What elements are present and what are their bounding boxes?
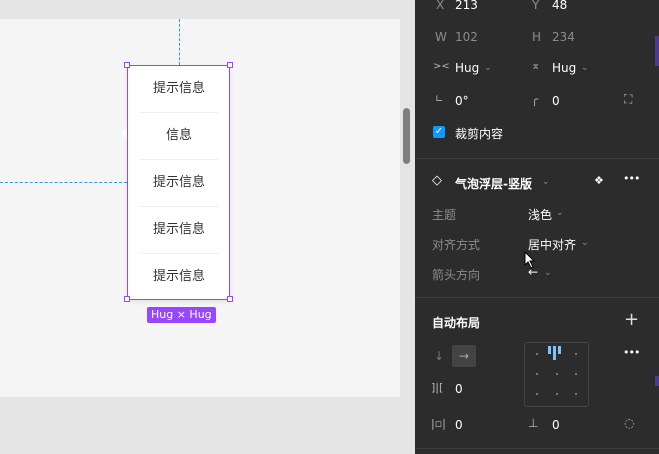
- w-label: W: [435, 30, 447, 44]
- go-to-main-component-icon[interactable]: ❖: [594, 174, 604, 187]
- divider: [415, 297, 659, 298]
- chevron-down-icon: ⌄: [544, 268, 552, 278]
- w-input[interactable]: 102: [455, 30, 478, 44]
- edge-indicator: [655, 36, 659, 66]
- spacing-guide-horizontal: [0, 182, 127, 183]
- independent-padding-icon[interactable]: ◌: [624, 416, 634, 430]
- canvas[interactable]: 提示信息 信息 提示信息 提示信息 提示信息 Hug × Hug: [0, 0, 415, 454]
- auto-layout-title: 自动布局: [432, 316, 481, 330]
- chevron-down-icon: ⌄: [484, 63, 492, 73]
- clip-content-label: 裁剪内容: [455, 127, 504, 141]
- vertical-padding-input[interactable]: 0: [552, 418, 560, 432]
- chevron-down-icon: ⌄: [542, 177, 550, 187]
- alignment-grid[interactable]: [524, 342, 589, 407]
- chevron-down-icon: ⌄: [581, 238, 589, 248]
- h-input[interactable]: 234: [552, 30, 575, 44]
- vertical-padding-icon: ⊥: [528, 416, 539, 430]
- rotation-input[interactable]: 0°: [455, 94, 469, 108]
- horizontal-padding-icon: |▫|: [431, 417, 446, 430]
- component-instance-icon: ◇: [432, 173, 442, 188]
- horizontal-padding-input[interactable]: 0: [455, 418, 463, 432]
- chevron-down-icon: ⌄: [581, 63, 589, 73]
- spacing-guide-vertical: [179, 19, 180, 65]
- canvas-scrollbar[interactable]: [403, 108, 410, 164]
- divider: [415, 448, 659, 449]
- expand-corners-icon[interactable]: ⛶: [624, 92, 632, 107]
- horizontal-resize-icon: ><: [433, 61, 450, 72]
- resize-handle-bottom-left[interactable]: [124, 296, 130, 302]
- x-label: X: [436, 0, 445, 12]
- x-input[interactable]: 213: [455, 0, 478, 12]
- edge-indicator: [655, 376, 659, 386]
- prop-label-alignment: 对齐方式: [432, 238, 481, 252]
- resize-handle-top-left[interactable]: [124, 62, 130, 68]
- selection-outline: [127, 65, 230, 300]
- vertical-sizing-select[interactable]: Hug: [552, 61, 576, 75]
- corner-radius-input[interactable]: 0: [552, 94, 560, 108]
- prop-label-arrow-direction: 箭头方向: [432, 268, 481, 282]
- resize-handle-bottom-right[interactable]: [227, 296, 233, 302]
- more-options-icon[interactable]: •••: [623, 172, 640, 185]
- vertical-resize-icon: ⌅: [531, 59, 541, 72]
- properties-panel: X 213 Y 48 W 102 H 234 >< Hug ⌄ ⌅ Hug ⌄ …: [415, 0, 659, 454]
- add-auto-layout-button[interactable]: +: [624, 309, 639, 330]
- direction-horizontal-icon[interactable]: →: [452, 345, 476, 367]
- gap-icon: ]|[: [431, 381, 444, 394]
- corner-radius-icon: ╭: [531, 92, 539, 106]
- direction-vertical-icon[interactable]: ↓: [434, 349, 444, 363]
- y-label: Y: [532, 0, 540, 12]
- component-name[interactable]: 气泡浮层-竖版: [455, 175, 532, 192]
- prop-label-theme: 主题: [432, 208, 457, 222]
- theme-select[interactable]: 浅色: [528, 206, 552, 223]
- y-input[interactable]: 48: [552, 0, 567, 12]
- mouse-cursor-icon: [524, 251, 536, 269]
- h-label: H: [532, 30, 542, 44]
- gap-input[interactable]: 0: [455, 382, 463, 396]
- size-badge: Hug × Hug: [147, 307, 216, 323]
- clip-content-checkbox[interactable]: ✓: [433, 126, 445, 138]
- chevron-down-icon: ⌄: [556, 208, 564, 218]
- divider: [415, 158, 659, 159]
- resize-handle-top-right[interactable]: [227, 62, 233, 68]
- horizontal-sizing-select[interactable]: Hug: [455, 61, 479, 75]
- rotation-icon: ∟: [435, 94, 444, 105]
- auto-layout-more-icon[interactable]: •••: [623, 346, 640, 359]
